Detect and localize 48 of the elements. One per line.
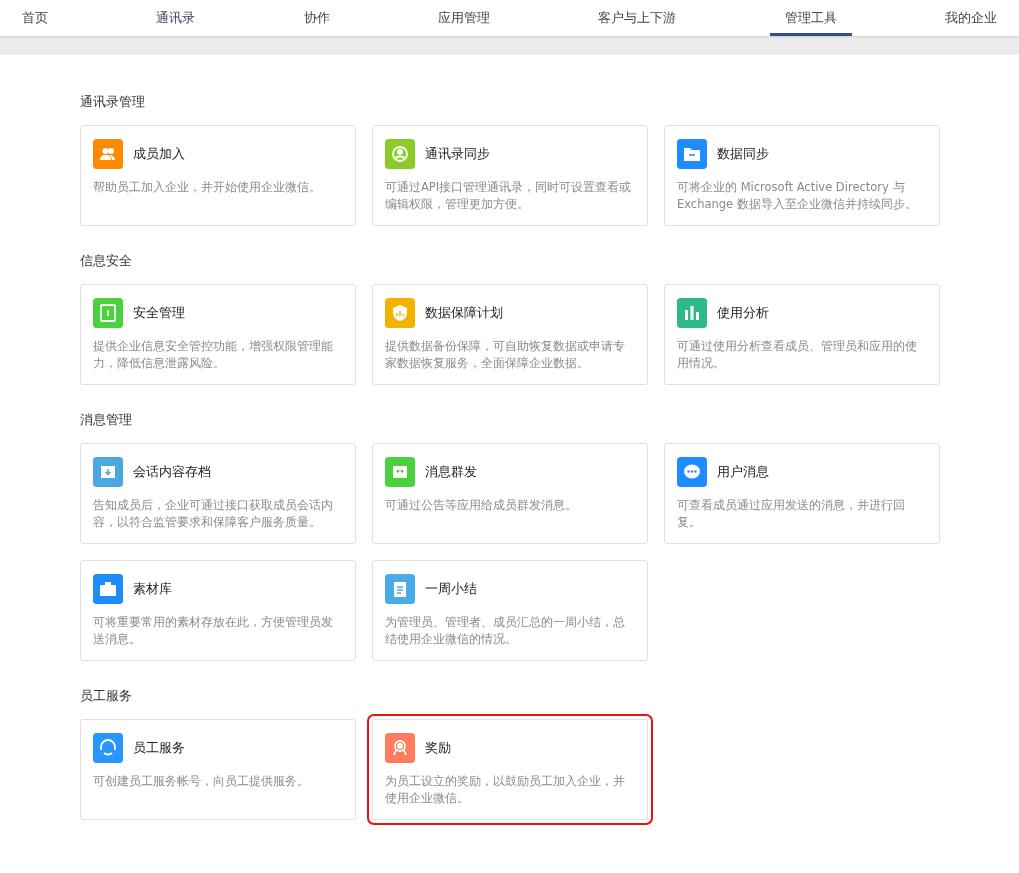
nav-tab[interactable]: 客户与上下游 [598,0,677,36]
tool-description: 可查看成员通过应用发送的消息，并进行回复。 [677,497,906,531]
tool-name: 数据保障计划 [425,304,503,322]
tool-card[interactable]: 通讯录同步 可通过API接口管理通讯录，同时可设置查看或编辑权限，管理更加方便。 [372,125,648,226]
nav-tab[interactable]: 我的企业 [944,0,997,36]
tool-name: 用户消息 [717,463,769,481]
tool-name: 成员加入 [133,145,185,163]
section-title: 员工服务 [80,687,133,705]
tool-card[interactable]: 数据同步 可将企业的 Microsoft Active Directory 与 Exchange 数据导入至企业微信并持续同步。 [664,125,940,226]
tool-card[interactable]: 成员加入 帮助员工加入企业，并开始使用企业微信。 [80,125,356,226]
tool-name: 安全管理 [133,304,185,322]
tool-card[interactable]: 用户消息 可查看成员通过应用发送的消息，并进行回复。 [664,443,940,544]
tool-description: 可通过使用分析查看成员、管理员和应用的使用情况。 [677,338,918,372]
tool-name: 员工服务 [133,739,185,757]
tool-card[interactable]: 员工服务 可创建员工服务帐号，向员工提供服务。 [80,719,356,820]
tool-description: 为管理员、管理者、成员汇总的一周小结，总结使用企业微信的情况。 [385,614,626,648]
tool-name: 数据同步 [717,145,769,163]
nav-tab[interactable]: 首页 [22,0,48,36]
tool-name: 消息群发 [425,463,477,481]
tool-card[interactable]: 使用分析 可通过使用分析查看成员、管理员和应用的使用情况。 [664,284,940,385]
tool-card[interactable]: 会话内容存档 告知成员后，企业可通过接口获取成员会话内容，以符合监管要求和保障客户服务质量。 [80,443,356,544]
nav-tab[interactable]: 应用管理 [438,0,490,36]
nav-tab[interactable]: 通讯录 [156,0,196,36]
tool-description: 可将企业的 Microsoft Active Directory 与 Exchange 数据导入至企业微信并持续同步。 [677,179,918,213]
tool-card[interactable]: 安全管理 提供企业信息安全管控功能，增强权限管理能力，降低信息泄露风险。 [80,284,356,385]
section-title: 通讯录管理 [80,93,146,111]
tool-card[interactable]: 数据保障计划 提供数据备份保障，可自助恢复数据或申请专家数据恢复服务，全面保障企业数据。 [372,284,648,385]
tool-description: 可通过公告等应用给成员群发消息。 [385,497,578,514]
tool-name: 会话内容存档 [133,463,211,481]
tool-name: 使用分析 [717,304,769,322]
tool-description: 为员工设立的奖励，以鼓励员工加入企业，并使用企业微信。 [385,773,626,807]
section-title: 消息管理 [80,411,133,429]
tool-description: 告知成员后，企业可通过接口获取成员会话内容，以符合监管要求和保障客户服务质量。 [93,497,334,531]
tool-name: 一周小结 [425,580,477,598]
tool-card[interactable]: 消息群发 可通过公告等应用给成员群发消息。 [372,443,648,544]
tool-description: 可创建员工服务帐号，向员工提供服务。 [93,773,310,790]
tool-card[interactable]: 素材库 可将重要常用的素材存放在此，方便管理员发送消息。 [80,560,356,661]
tool-name: 通讯录同步 [425,145,490,163]
tool-description: 可将重要常用的素材存放在此，方便管理员发送消息。 [93,614,334,648]
tool-description: 可通过API接口管理通讯录，同时可设置查看或编辑权限，管理更加方便。 [385,179,633,213]
tool-description: 提供企业信息安全管控功能，增强权限管理能力，降低信息泄露风险。 [93,338,334,372]
nav-tab[interactable]: 协作 [303,0,330,36]
tool-card[interactable]: 一周小结 为管理员、管理者、成员汇总的一周小结，总结使用企业微信的情况。 [372,560,648,661]
tool-name: 素材库 [133,580,172,598]
tool-description: 提供数据备份保障，可自助恢复数据或申请专家数据恢复服务，全面保障企业数据。 [385,338,626,372]
tool-name: 奖励 [425,739,451,757]
section-title: 信息安全 [80,252,133,270]
tool-description: 帮助员工加入企业，并开始使用企业微信。 [93,179,322,196]
